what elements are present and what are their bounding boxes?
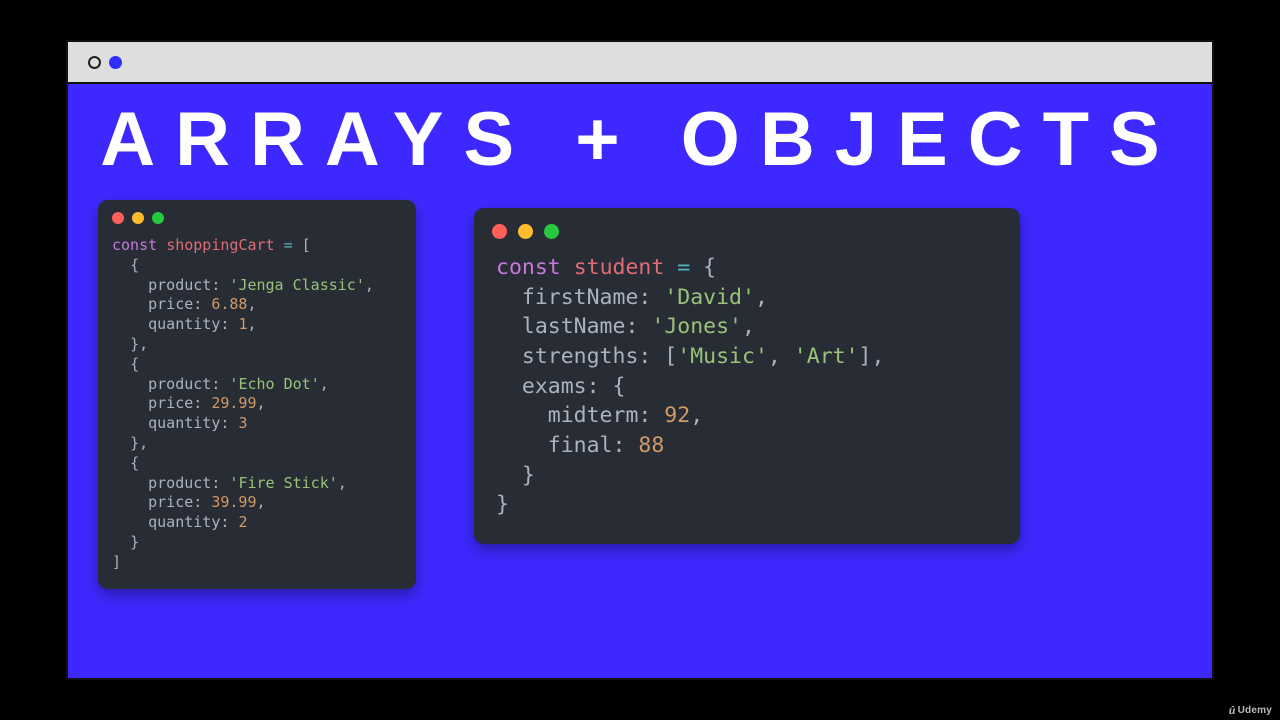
key-strengths: strengths xyxy=(522,344,639,369)
code-windows-row: const shoppingCart = [ { product: 'Jenga… xyxy=(68,200,1212,589)
key-product: product xyxy=(148,276,211,294)
minimize-icon[interactable] xyxy=(518,224,533,239)
val-final: 88 xyxy=(638,433,664,458)
val-price-0: 6.88 xyxy=(211,295,247,313)
close-icon[interactable] xyxy=(112,212,124,224)
key-firstname: firstName xyxy=(522,285,639,310)
code-window-student: const student = { firstName: 'David', la… xyxy=(474,208,1020,544)
slide-area: ARRAYS + OBJECTS const shoppingCart = [ … xyxy=(68,84,1212,678)
key-exams: exams xyxy=(522,374,587,399)
bracket-open: [ xyxy=(302,236,311,254)
key-final: final xyxy=(548,433,613,458)
op-equals: = xyxy=(677,255,690,280)
browser-window: ARRAYS + OBJECTS const shoppingCart = [ … xyxy=(66,40,1214,680)
code-body-left: const shoppingCart = [ { product: 'Jenga… xyxy=(98,230,416,589)
keyword-const: const xyxy=(496,255,561,280)
var-shoppingcart: shoppingCart xyxy=(166,236,274,254)
val-price-2: 39.99 xyxy=(211,493,256,511)
val-product-2: 'Fire Stick' xyxy=(229,474,337,492)
keyword-const: const xyxy=(112,236,157,254)
slide-headline: ARRAYS + OBJECTS xyxy=(100,102,1180,178)
brand-text: Udemy xyxy=(1238,705,1272,716)
val-firstname: 'David' xyxy=(664,285,755,310)
browser-titlebar xyxy=(68,42,1212,84)
var-student: student xyxy=(574,255,665,280)
traffic-lights xyxy=(474,208,1020,247)
key-quantity: quantity xyxy=(148,414,220,432)
key-price: price xyxy=(148,295,193,313)
browser-dot-solid xyxy=(109,56,122,69)
key-product: product xyxy=(148,474,211,492)
key-quantity: quantity xyxy=(148,513,220,531)
traffic-lights xyxy=(98,200,416,230)
key-price: price xyxy=(148,493,193,511)
val-price-1: 29.99 xyxy=(211,394,256,412)
browser-dot-outline xyxy=(88,56,101,69)
val-lastname: 'Jones' xyxy=(651,314,742,339)
val-qty-2: 2 xyxy=(238,513,247,531)
zoom-icon[interactable] xyxy=(152,212,164,224)
key-price: price xyxy=(148,394,193,412)
brand-badge: ûUdemy xyxy=(1229,703,1272,718)
zoom-icon[interactable] xyxy=(544,224,559,239)
key-lastname: lastName xyxy=(522,314,626,339)
val-qty-1: 3 xyxy=(238,414,247,432)
close-icon[interactable] xyxy=(492,224,507,239)
key-quantity: quantity xyxy=(148,315,220,333)
op-equals: = xyxy=(284,236,293,254)
code-body-right: const student = { firstName: 'David', la… xyxy=(474,247,1020,544)
bracket-close: ] xyxy=(112,553,121,571)
val-strength-1: 'Art' xyxy=(794,344,859,369)
minimize-icon[interactable] xyxy=(132,212,144,224)
val-product-0: 'Jenga Classic' xyxy=(229,276,364,294)
key-product: product xyxy=(148,375,211,393)
val-midterm: 92 xyxy=(664,403,690,428)
code-window-shoppingcart: const shoppingCart = [ { product: 'Jenga… xyxy=(98,200,416,589)
brand-logo-icon: û xyxy=(1229,703,1236,718)
val-strength-0: 'Music' xyxy=(677,344,768,369)
val-product-1: 'Echo Dot' xyxy=(229,375,319,393)
key-midterm: midterm xyxy=(548,403,639,428)
